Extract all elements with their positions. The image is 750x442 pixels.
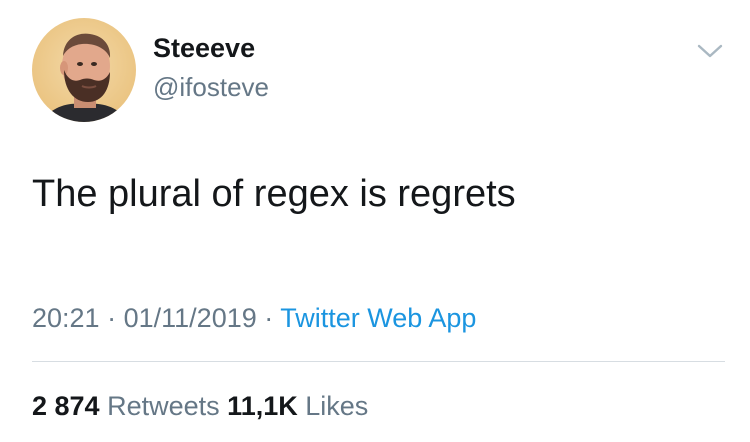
likes-stat[interactable]: 11,1K Likes xyxy=(227,391,368,421)
retweets-count: 2 874 xyxy=(32,391,100,421)
separator: · xyxy=(264,303,274,333)
retweets-stat[interactable]: 2 874 Retweets xyxy=(32,391,227,421)
avatar-image xyxy=(32,18,136,122)
likes-label: Likes xyxy=(305,391,369,421)
tweet-date[interactable]: 01/11/2019 xyxy=(124,303,257,333)
tweet-metadata: 20:21 · 01/11/2019 · Twitter Web App xyxy=(32,302,476,334)
likes-count: 11,1K xyxy=(227,391,298,421)
tweet-time[interactable]: 20:21 xyxy=(32,303,100,333)
tweet-source-link[interactable]: Twitter Web App xyxy=(280,303,476,333)
avatar[interactable] xyxy=(32,18,136,122)
tweet-text: The plural of regex is regrets xyxy=(32,173,516,215)
chevron-down-icon[interactable] xyxy=(695,40,725,62)
separator: · xyxy=(107,303,117,333)
username-handle[interactable]: @ifosteve xyxy=(153,72,269,102)
display-name[interactable]: Steeeve xyxy=(153,33,255,63)
engagement-stats: 2 874 Retweets 11,1K Likes xyxy=(32,390,368,422)
retweets-label: Retweets xyxy=(107,391,220,421)
divider xyxy=(32,361,725,362)
